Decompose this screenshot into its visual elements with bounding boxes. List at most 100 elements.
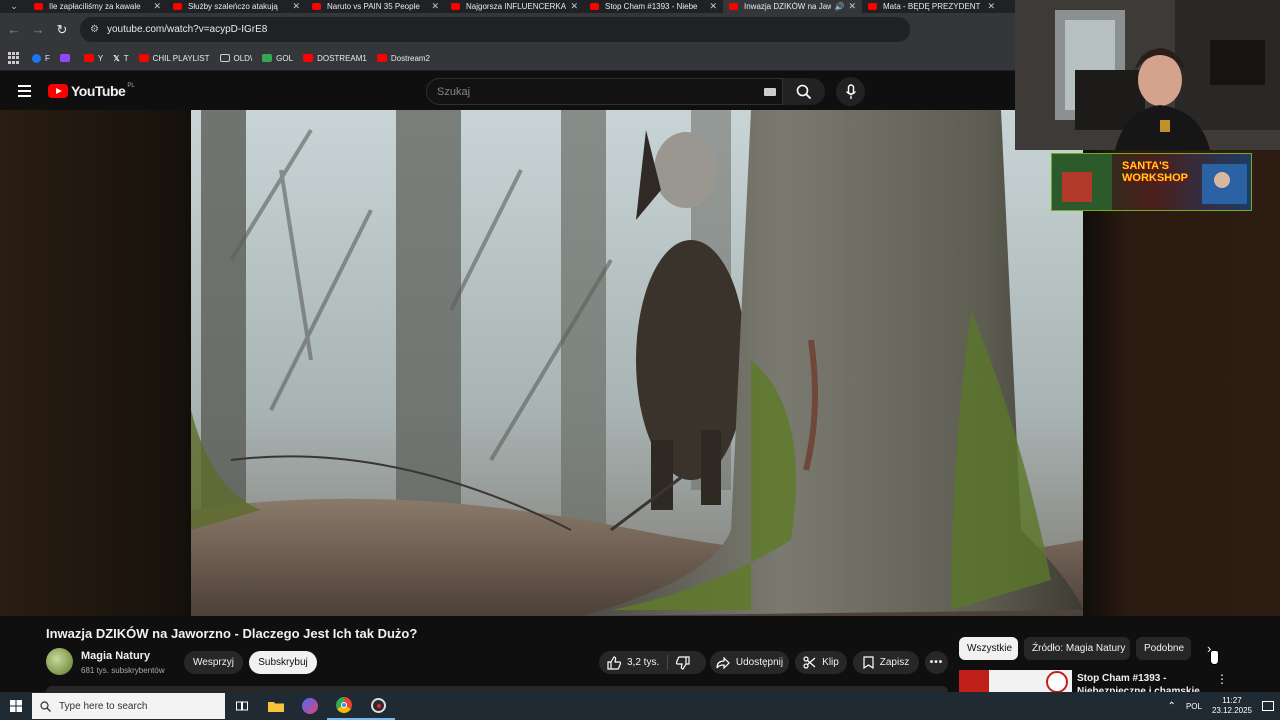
browser-tab[interactable]: Najgorsza INFLUENCERKA ✕ — [445, 0, 584, 13]
windows-logo-icon — [10, 700, 22, 712]
browser-tab[interactable]: Stop Cham #1393 - Niebe ✕ — [584, 0, 723, 13]
url-field[interactable]: ⚙ youtube.com/watch?v=acypD-IGrE8 — [80, 17, 910, 42]
screen: ⌄ Ile zapłaciliśmy za kawale ✕ Służby sza… — [0, 0, 1280, 720]
youtube-favicon-icon — [34, 3, 43, 10]
youtube-icon — [83, 54, 94, 62]
youtube-icon — [376, 54, 387, 62]
support-button[interactable]: Wesprzyj — [184, 651, 243, 674]
youtube-favicon-icon — [868, 3, 877, 10]
recommendation-title[interactable]: Stop Cham #1393 - Niebezpieczne i chamsk… — [1077, 672, 1217, 692]
share-arrow-icon — [716, 656, 730, 669]
subscribe-button[interactable]: Subskrybuj — [249, 651, 317, 674]
youtube-favicon-icon — [451, 3, 460, 10]
bookmark-item[interactable]: DOSTREAM1 — [303, 54, 367, 63]
youtube-play-logo-icon — [48, 84, 68, 98]
youtube-favicon-icon — [312, 3, 321, 10]
clock[interactable]: 11:27 23.12.2025 — [1212, 696, 1252, 716]
search-button[interactable] — [783, 78, 825, 105]
bookmark-item[interactable]: F — [32, 53, 50, 63]
bookmark-icon — [863, 656, 874, 669]
close-tab-icon[interactable]: ✕ — [431, 1, 439, 12]
task-view-icon[interactable] — [225, 692, 259, 720]
x-logo-icon: 𝕏 — [113, 53, 120, 63]
more-horizontal-icon: ••• — [929, 657, 944, 668]
video-player[interactable] — [191, 110, 1083, 616]
folder-icon — [219, 54, 230, 62]
close-tab-icon[interactable]: ✕ — [987, 1, 995, 12]
search-input[interactable]: Szukaj — [426, 78, 783, 105]
search-icon — [796, 84, 812, 99]
chip-source[interactable]: Źródło: Magia Natury — [1024, 637, 1130, 660]
microphone-icon — [845, 83, 856, 99]
video-frame-image — [191, 110, 1083, 616]
chevron-up-icon[interactable]: ⌃ — [1168, 701, 1176, 712]
browser-tab[interactable]: Naruto vs PAIN 35 People ✕ — [306, 0, 445, 13]
video-title: Inwazja DZIKÓW na Jaworzno - Dlaczego Je… — [46, 626, 418, 641]
thumbs-up-icon — [607, 655, 621, 670]
apps-grid-icon[interactable] — [8, 52, 20, 64]
bookmark-item[interactable]: CHIL PLAYLIST — [138, 54, 210, 63]
mouse-cursor-icon — [1210, 650, 1219, 665]
share-button[interactable]: Udostępnij — [710, 651, 789, 674]
scissors-icon — [803, 656, 816, 669]
recording-app-icon[interactable] — [361, 692, 395, 720]
browser-tab-active[interactable]: Inwazja DZIKÓW na Jawo 🔊 ✕ — [723, 0, 862, 13]
close-tab-icon[interactable]: ✕ — [848, 1, 856, 12]
bookmark-item[interactable]: Dostream2 — [376, 54, 430, 63]
language-indicator[interactable]: POL — [1186, 702, 1202, 711]
speaker-icon[interactable]: 🔊 — [834, 2, 844, 11]
hamburger-menu-icon[interactable] — [18, 85, 31, 97]
search-icon — [40, 700, 51, 712]
clip-button[interactable]: Klip — [795, 651, 847, 674]
close-tab-icon[interactable]: ✕ — [570, 1, 578, 12]
youtube-favicon-icon — [590, 3, 599, 10]
browser-tab[interactable]: Ile zapłaciliśmy za kawale ✕ — [28, 0, 167, 13]
recommendation-thumbnail[interactable] — [959, 670, 1072, 692]
system-tray: ⌃ POL 11:27 23.12.2025 — [1168, 692, 1280, 720]
save-button[interactable]: Zapisz — [853, 651, 919, 674]
keyboard-icon[interactable] — [764, 88, 776, 96]
webcam-image — [1015, 0, 1280, 150]
streamer-game-banner: SANTA'S WORKSHOP — [1051, 153, 1252, 211]
streamer-webcam-overlay — [1015, 0, 1280, 150]
bookmark-item[interactable]: GOL — [262, 54, 293, 63]
notification-icon[interactable] — [1262, 701, 1274, 711]
chat-app-icon[interactable] — [293, 692, 327, 720]
tab-search-button[interactable]: ⌄ — [0, 0, 28, 13]
twitch-icon — [59, 54, 70, 62]
windows-taskbar: Type here to search ⌃ POL 11:27 23.12.20… — [0, 692, 1280, 720]
youtube-favicon-icon — [729, 3, 738, 10]
chip-related[interactable]: Podobne — [1136, 637, 1191, 660]
recommendation-thumbnail-image — [959, 670, 1072, 692]
back-arrow-icon[interactable]: ← — [2, 22, 26, 37]
more-vertical-icon[interactable]: ⋮ — [1216, 672, 1228, 686]
chrome-icon[interactable] — [327, 692, 361, 720]
reload-icon[interactable]: ↻ — [50, 22, 74, 38]
file-explorer-icon[interactable] — [259, 692, 293, 720]
bookmark-item[interactable] — [59, 54, 74, 62]
forward-arrow-icon[interactable]: → — [26, 22, 50, 37]
like-button[interactable]: 3,2 tys. — [607, 655, 659, 670]
browser-tab[interactable]: Służby szaleńczo atakują ✕ — [167, 0, 306, 13]
youtube-icon — [138, 54, 149, 62]
close-tab-icon[interactable]: ✕ — [153, 1, 161, 12]
channel-avatar[interactable] — [46, 648, 73, 675]
dislike-button[interactable] — [676, 655, 690, 670]
bookmark-item[interactable]: Y — [83, 54, 103, 63]
facebook-icon — [32, 53, 41, 63]
channel-name[interactable]: Magia Natury — [81, 650, 150, 662]
close-tab-icon[interactable]: ✕ — [709, 1, 717, 12]
bookmark-folder[interactable]: OLD\ — [219, 54, 252, 63]
windows-start-button[interactable] — [0, 692, 32, 720]
voice-search-button[interactable] — [836, 77, 865, 106]
taskbar-search-input[interactable]: Type here to search — [32, 693, 225, 719]
chip-all[interactable]: Wszystkie — [959, 637, 1018, 660]
site-info-icon[interactable]: ⚙ — [90, 24, 99, 35]
youtube-logo[interactable]: YouTube PL — [48, 83, 135, 99]
bookmark-item[interactable]: 𝕏T — [113, 54, 128, 63]
youtube-favicon-icon — [173, 3, 182, 10]
like-divider — [667, 655, 669, 670]
close-tab-icon[interactable]: ✕ — [292, 1, 300, 12]
browser-tab[interactable]: Mata - BĘDĘ PREZYDENT ✕ — [862, 0, 1001, 13]
more-actions-button[interactable]: ••• — [925, 651, 948, 674]
